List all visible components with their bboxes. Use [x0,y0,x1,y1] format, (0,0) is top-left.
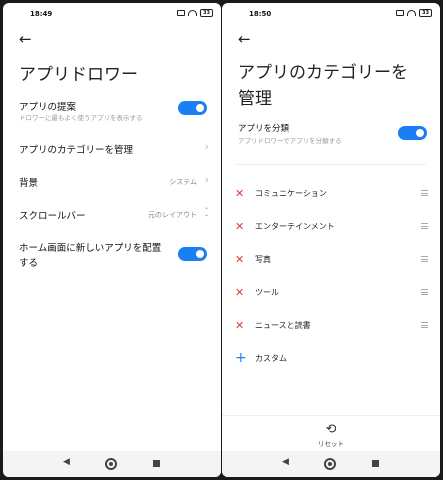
manage-categories-item[interactable]: アプリのカテゴリーを管理 [19,142,133,156]
page-title-line2: 管理 [238,89,272,109]
app-suggestions-toggle[interactable] [178,101,207,115]
category-item: ✕ ツール [235,284,428,300]
drag-handle-icon[interactable] [421,289,428,295]
remove-icon[interactable]: ✕ [235,286,255,299]
navigation-bar: ◀ [222,451,440,477]
classify-apps-label: アプリを分類 [238,124,290,134]
page-title: アプリドロワー [19,65,138,85]
home-new-apps-toggle[interactable] [178,247,207,261]
divider [236,164,426,165]
nav-back-icon[interactable]: ◀ [63,457,70,467]
category-label: コミュニケーション [255,188,327,198]
nav-home-icon[interactable] [105,458,117,470]
remove-icon[interactable]: ✕ [235,187,255,200]
category-item: ✕ コミュニケーション [235,185,428,201]
notification-icon [396,10,405,16]
reset-button[interactable]: ⟲ リセット [222,415,440,451]
wifi-icon [188,10,198,16]
battery-icon: 33 [200,9,213,17]
remove-icon[interactable]: ✕ [235,220,255,233]
background-value: システム [169,178,197,186]
remove-icon[interactable]: ✕ [235,253,255,266]
remove-icon[interactable]: ✕ [235,319,255,332]
up-down-arrows-icon: ⌃ ⌄ [203,207,209,218]
status-time: 18:50 [249,10,272,18]
notification-icon [177,10,186,16]
classify-apps-description: アプリドロワーでアプリを分類する [238,137,342,145]
nav-back-icon[interactable]: ◀ [282,457,289,467]
plus-icon: + [235,350,247,366]
category-item: ✕ ニュースと読書 [235,317,428,333]
custom-category-label: カスタム [255,353,287,363]
scrollbar-value: 元のレイアウト [148,211,197,219]
battery-icon: 33 [419,9,432,17]
drag-handle-icon[interactable] [421,190,428,196]
app-suggestions-description: ドロワーに最もよく使うアプリを表示する [19,114,143,122]
status-bar: 18:49 33 [3,3,221,23]
add-custom-category-button[interactable]: + カスタム [235,350,428,366]
category-label: ツール [255,287,279,297]
status-bar: 18:50 33 [222,3,440,23]
app-drawer-settings-screen: 18:49 33 ← アプリドロワー アプリの提案 ドロワーに最もよく使うアプリ… [3,3,221,477]
nav-home-icon[interactable] [324,458,336,470]
page-title: アプリのカテゴリーを 管理 [238,60,428,112]
status-icons: 33 [396,9,432,17]
category-item: ✕ エンターテインメント [235,218,428,234]
page-title-line1: アプリのカテゴリーを [238,63,408,83]
wifi-icon [407,10,417,16]
drag-handle-icon[interactable] [421,256,428,262]
back-arrow-icon[interactable]: ← [19,30,32,48]
category-label: 写真 [255,254,271,264]
nav-recents-icon[interactable] [153,460,160,467]
drag-handle-icon[interactable] [421,322,428,328]
drag-handle-icon[interactable] [421,223,428,229]
reset-icon: ⟲ [325,422,337,437]
category-item: ✕ 写真 [235,251,428,267]
manage-categories-screen: 18:50 33 ← アプリのカテゴリーを 管理 アプリを分類 アプリドロワーで… [222,3,440,477]
background-label[interactable]: 背景 [19,175,38,189]
navigation-bar: ◀ [3,451,221,477]
chevron-right-icon: › [204,173,209,186]
status-time: 18:49 [30,10,53,18]
home-new-apps-label: ホーム画面に新しいアプリを配置 [19,243,162,254]
nav-recents-icon[interactable] [372,460,379,467]
status-icons: 33 [177,9,213,17]
reset-label: リセット [318,440,344,448]
scrollbar-label[interactable]: スクロールバー [19,208,86,222]
app-suggestions-label: アプリの提案 [19,102,77,113]
back-arrow-icon[interactable]: ← [238,30,251,48]
category-label: エンターテインメント [255,221,335,231]
category-label: ニュースと読書 [255,320,311,330]
home-new-apps-label-line2: する [19,258,39,269]
classify-apps-toggle[interactable] [398,126,427,140]
chevron-right-icon: › [204,140,209,153]
